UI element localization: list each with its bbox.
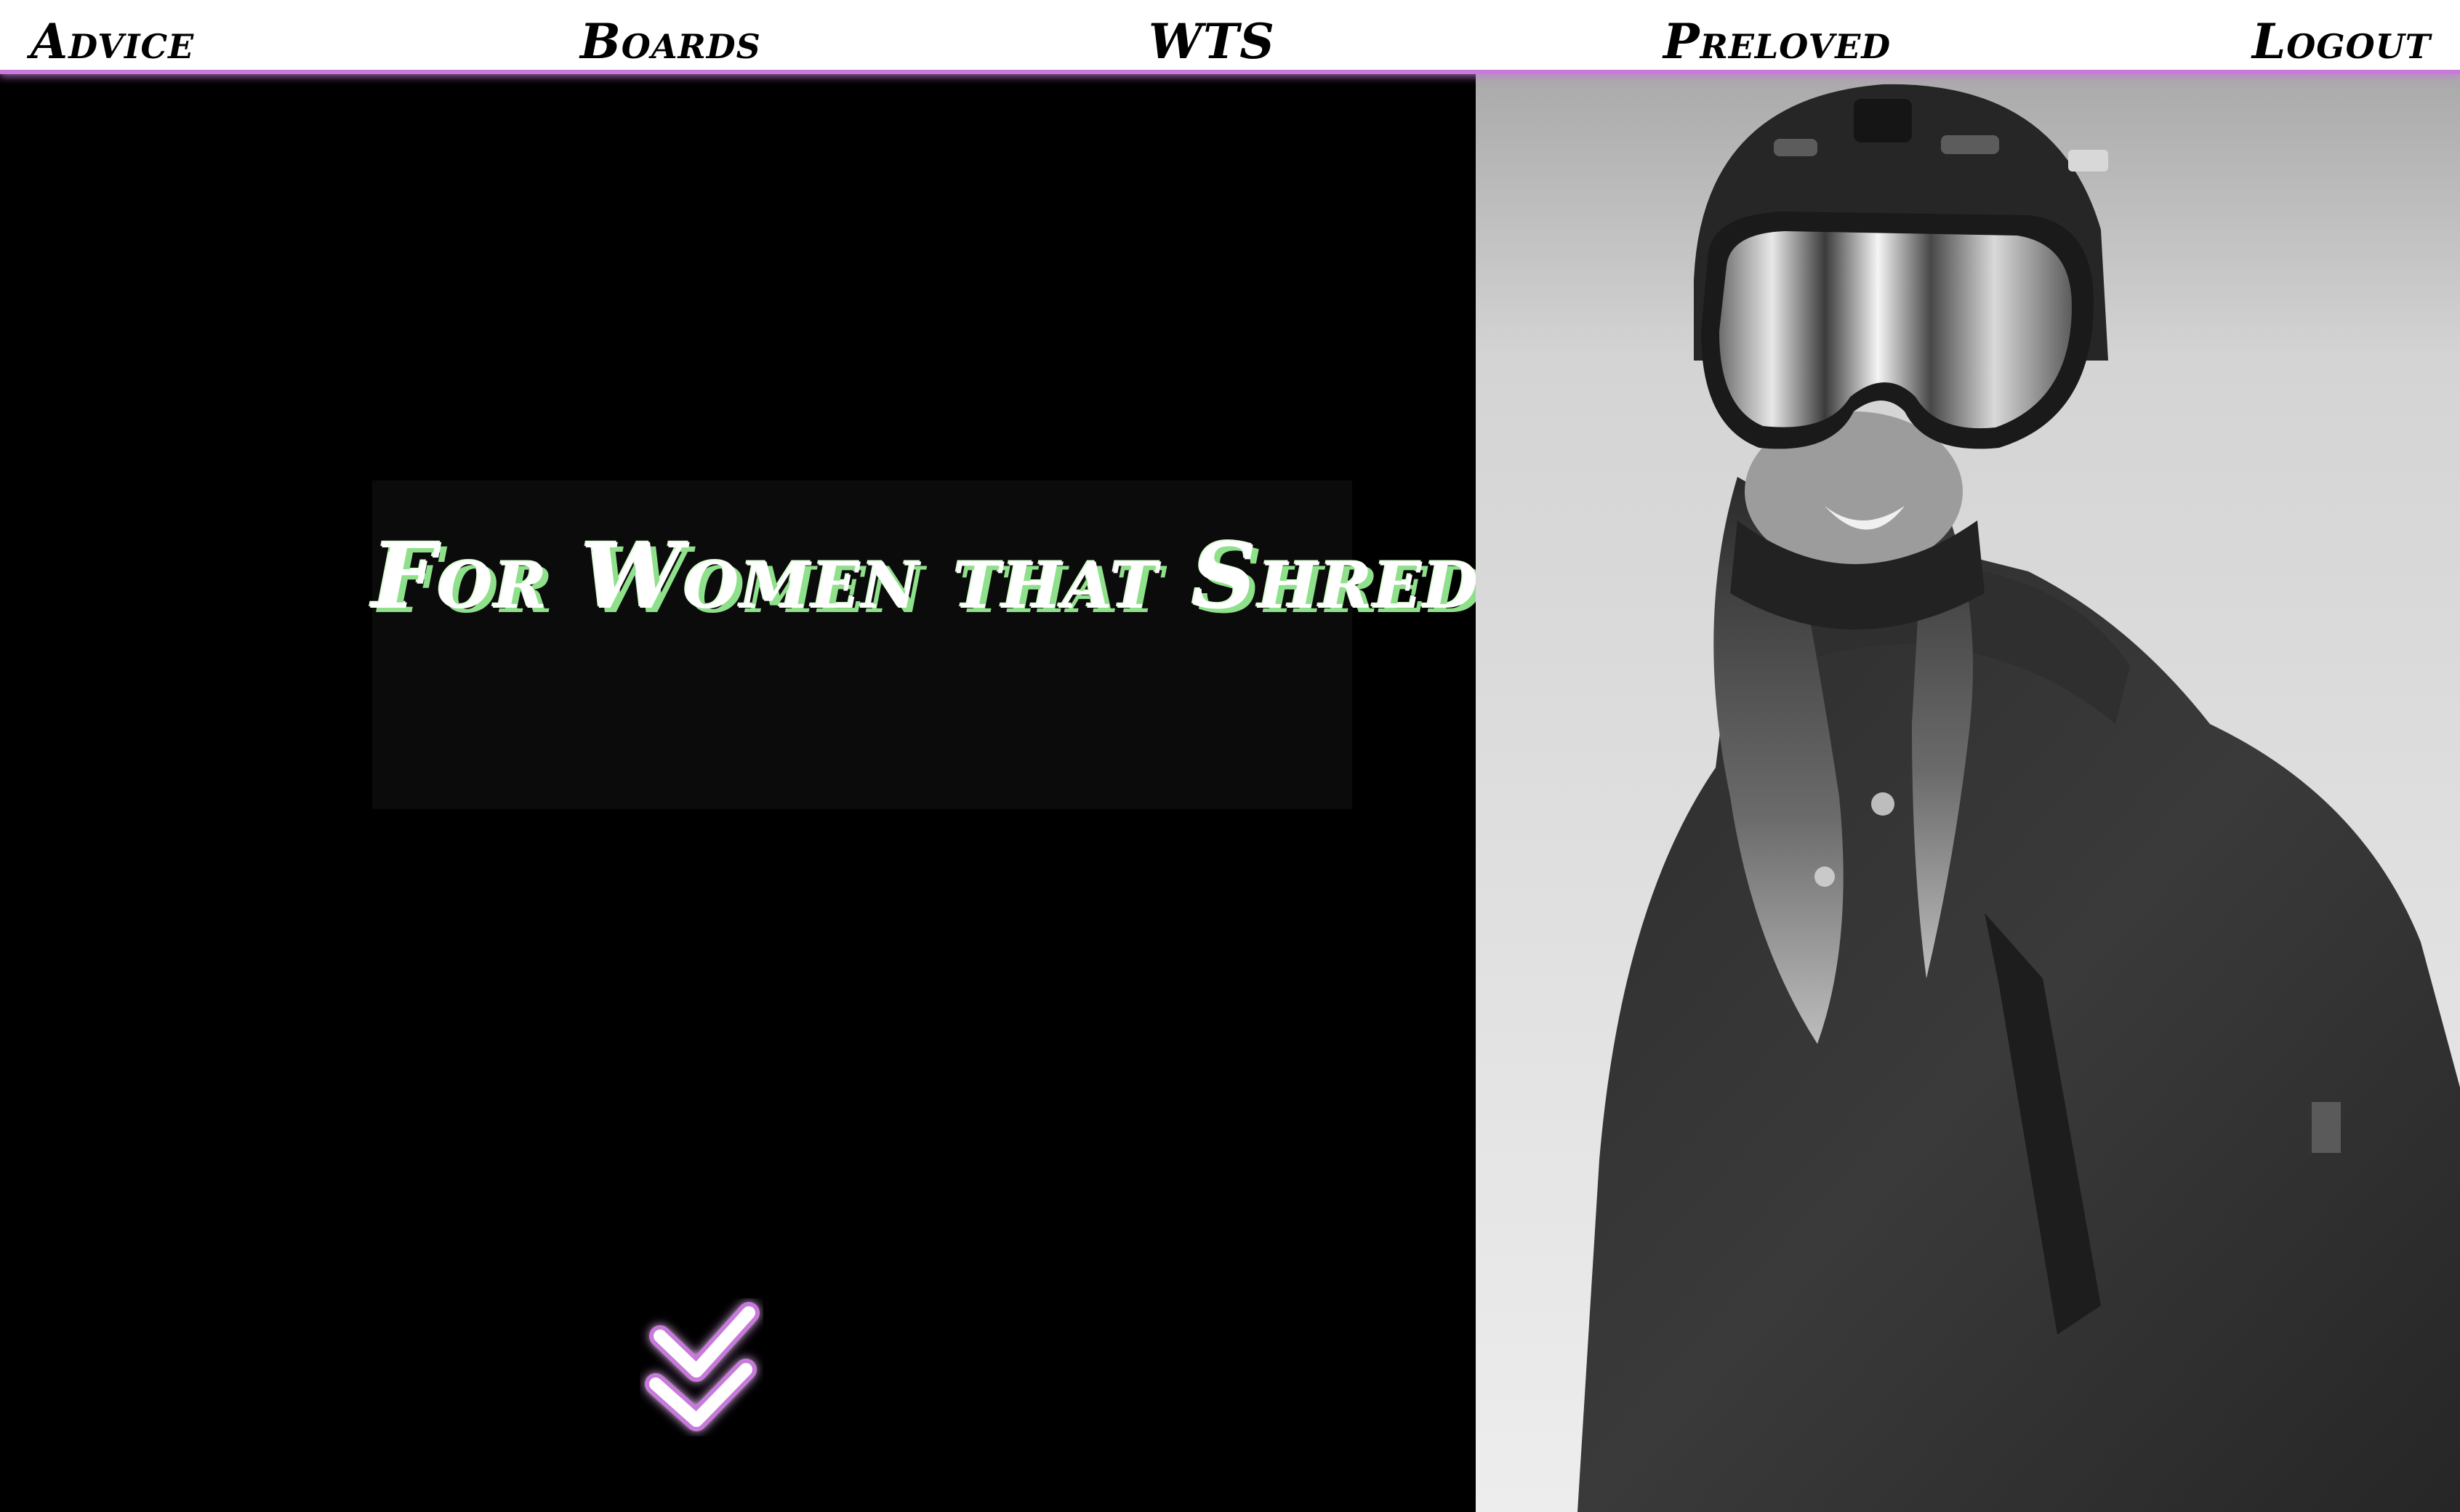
double-chevron-down-icon[interactable] <box>640 1298 763 1436</box>
nav-link-logout[interactable]: Logout <box>2252 13 2431 70</box>
snowboarder-photo <box>1476 70 2460 1512</box>
nav-link-boards[interactable]: Boards <box>580 13 761 70</box>
top-navigation-bar: Advice Boards WTS Preloved Logout <box>0 0 2460 74</box>
hero-panel: For Women that Shred <box>0 70 1480 1512</box>
page: Advice Boards WTS Preloved Logout For Wo… <box>0 0 2460 1512</box>
nav-link-advice[interactable]: Advice <box>31 13 194 70</box>
tagline-box: For Women that Shred <box>372 480 1480 809</box>
nav-link-preloved[interactable]: Preloved <box>1663 13 1891 70</box>
hero-tagline: For Women that Shred <box>372 524 1480 630</box>
nav-link-wts[interactable]: WTS <box>1149 13 1275 70</box>
hero-photo <box>1476 70 2460 1512</box>
